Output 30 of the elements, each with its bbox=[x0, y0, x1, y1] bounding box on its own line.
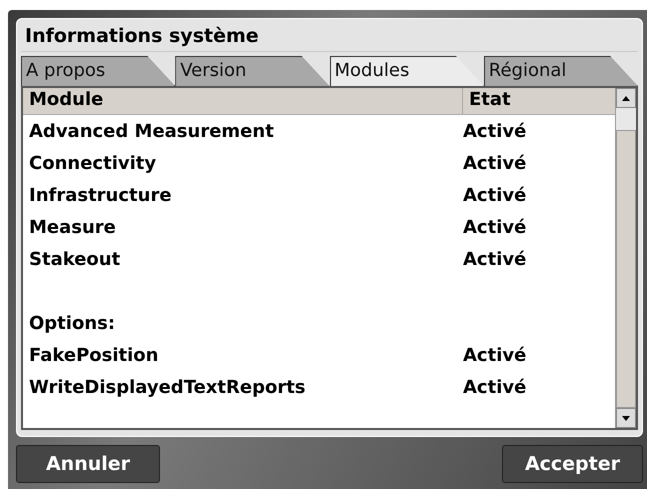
tab[interactable]: Régional bbox=[484, 56, 638, 86]
tab[interactable]: A propos bbox=[21, 56, 176, 86]
table-cell-text: FakePosition bbox=[28, 344, 160, 366]
dialog-button[interactable]: Accepter bbox=[502, 445, 643, 483]
table-cell-text: Activé bbox=[463, 120, 528, 142]
table-cell-text: Activé bbox=[463, 184, 528, 206]
scroll-down-button[interactable] bbox=[616, 408, 636, 428]
section-label: Options: bbox=[28, 312, 116, 334]
column-header[interactable]: Module bbox=[23, 88, 463, 114]
table-cell-text: Advanced Measurement bbox=[28, 120, 275, 142]
table-cell-text: Stakeout bbox=[28, 248, 122, 270]
table-cell-text: Activé bbox=[463, 344, 528, 366]
dialog-button[interactable]: Annuler bbox=[16, 445, 160, 483]
up-arrow-icon bbox=[622, 96, 630, 100]
scroll-up-button[interactable] bbox=[616, 88, 636, 108]
table-cell-text: Infrastructure bbox=[28, 184, 173, 206]
window-title: Informations système bbox=[21, 19, 638, 52]
table-cell-text: Connectivity bbox=[28, 152, 158, 174]
tab[interactable]: Version bbox=[175, 56, 330, 86]
table-cell-text: Measure bbox=[28, 216, 117, 238]
table-cell-text: Activé bbox=[463, 248, 528, 270]
table-cell-text: WriteDisplayedTextReports bbox=[28, 376, 307, 398]
column-header[interactable]: Etat bbox=[463, 88, 615, 114]
scrollbar[interactable] bbox=[615, 88, 636, 428]
table-cell-text: Activé bbox=[463, 216, 528, 238]
down-arrow-icon bbox=[622, 416, 630, 420]
scroll-thumb[interactable] bbox=[616, 130, 636, 408]
tab[interactable]: Modules bbox=[330, 56, 484, 86]
table-cell-text: Activé bbox=[463, 152, 528, 174]
table-cell-text: Activé bbox=[463, 376, 528, 398]
